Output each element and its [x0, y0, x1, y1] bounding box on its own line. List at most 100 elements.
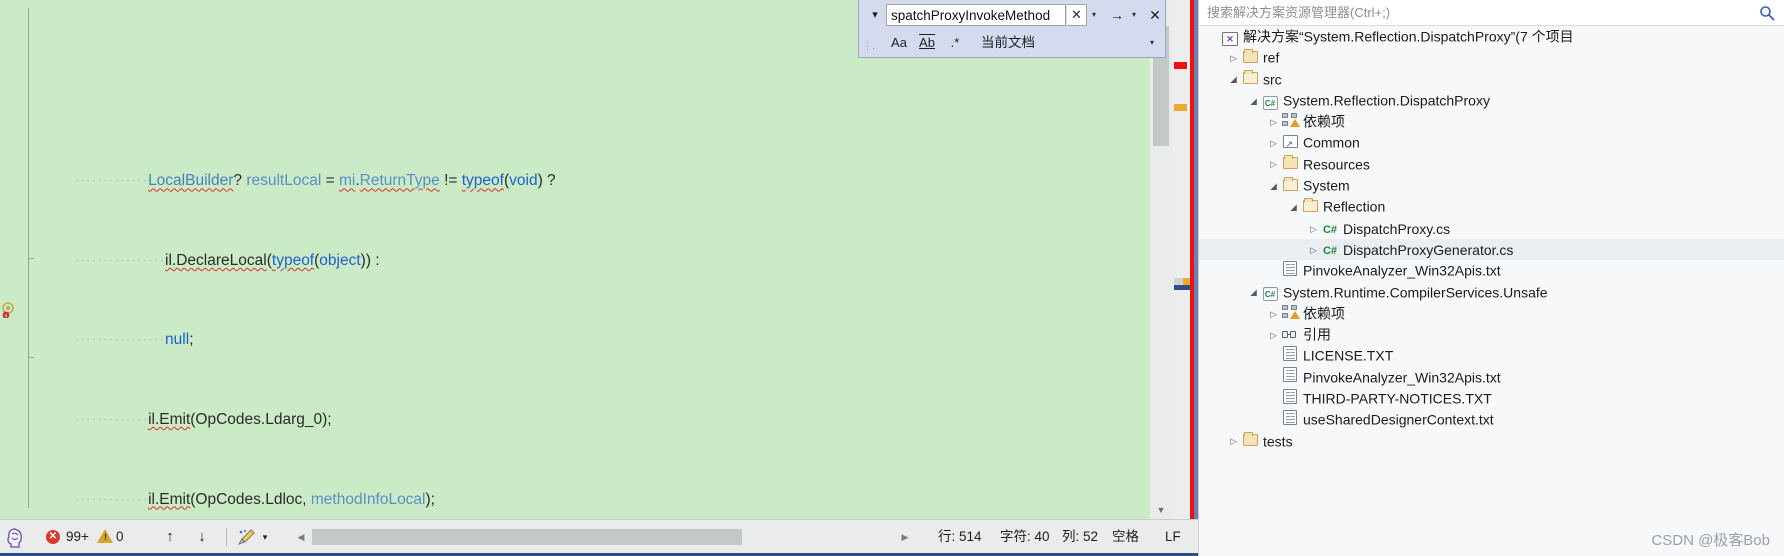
code-line[interactable]: ·············LocalBuilder? resultLocal =…	[18, 151, 1150, 189]
intellicode-icon[interactable]	[6, 528, 24, 548]
solution-icon: ✕	[1220, 27, 1240, 48]
error-count-icon[interactable]: ✕	[46, 530, 60, 544]
expander-expand-icon[interactable]: ▷	[1267, 154, 1280, 175]
chevron-down-icon[interactable]: ▾	[867, 6, 883, 24]
tree-item[interactable]: ▷ 引用	[1199, 324, 1784, 345]
tree-item[interactable]: THIRD-PARTY-NOTICES.TXT	[1199, 388, 1784, 409]
expander-expand-icon[interactable]: ▷	[1227, 431, 1240, 452]
scroll-down-arrow-icon[interactable]: ▼	[1150, 501, 1172, 519]
expander-collapse-icon[interactable]: ◢	[1247, 282, 1260, 303]
find-replace-widget[interactable]: ▾ spatchProxyInvokeMethod ✕ ▾ → ▾ ✕ ⋮․ A…	[858, 0, 1166, 58]
expander-collapse-icon[interactable]: ◢	[1247, 91, 1260, 112]
code-text-area[interactable]: ············// object result = invokeMet…	[18, 0, 1150, 519]
find-scope-label[interactable]: 当前文档	[981, 33, 1035, 53]
bookmark-glyph-icon[interactable]: x	[1, 302, 17, 318]
expander-expand-icon[interactable]: ▷	[1307, 219, 1320, 240]
tree-item[interactable]: ✕ 解决方案“System.Reflection.DispatchProxy”(7…	[1199, 26, 1784, 47]
solution-explorer-tree[interactable]: ✕ 解决方案“System.Reflection.DispatchProxy”(7…	[1199, 26, 1784, 556]
expander-expand-icon[interactable]: ▷	[1267, 304, 1280, 325]
use-regex-toggle[interactable]: .*	[943, 33, 967, 53]
folder-icon	[1240, 48, 1260, 69]
code-line[interactable]: ·············il.Emit(OpCodes.Ldarg_0);	[18, 390, 1150, 428]
error-count-label[interactable]: 99+	[66, 526, 89, 548]
tree-item[interactable]: ◢ C# System.Reflection.DispatchProxy	[1199, 90, 1784, 111]
tree-item[interactable]: ▷ tests	[1199, 431, 1784, 452]
find-next-dropdown-icon[interactable]: ▾	[1127, 4, 1141, 26]
expander-expand-icon[interactable]: ▷	[1227, 48, 1240, 69]
clear-search-icon[interactable]: ✕	[1067, 4, 1087, 26]
indentation-label[interactable]: 空格	[1112, 526, 1139, 548]
error-marker[interactable]	[1174, 62, 1187, 69]
tree-item[interactable]: ◢ Reflection	[1199, 196, 1784, 217]
code-line[interactable]: ················il.DeclareLocal(typeof(o…	[18, 231, 1150, 269]
solution-explorer-panel[interactable]: 搜索解决方案资源管理器(Ctrl+;) ✕ 解决方案“System.Reflect…	[1198, 0, 1784, 556]
scroll-left-arrow-icon[interactable]: ◀	[292, 526, 310, 548]
tree-item[interactable]: PinvokeAnalyzer_Win32Apis.txt	[1199, 367, 1784, 388]
watermark-label: CSDN @极客Bob	[1651, 532, 1770, 549]
solution-explorer-search-row[interactable]: 搜索解决方案资源管理器(Ctrl+;)	[1199, 0, 1784, 26]
char-number-label[interactable]: 字符: 40	[1000, 526, 1050, 548]
editor-vertical-scrollbar[interactable]: ▲ ▼	[1150, 0, 1172, 519]
match-whole-word-toggle[interactable]: Ab	[915, 33, 939, 53]
tree-item[interactable]: ◢ System	[1199, 175, 1784, 196]
tree-item[interactable]: LICENSE.TXT	[1199, 345, 1784, 366]
tree-item-label: Reflection	[1323, 199, 1386, 216]
tree-item[interactable]: useSharedDesignerContext.txt	[1199, 409, 1784, 430]
expander-expand-icon[interactable]: ▷	[1307, 240, 1320, 261]
expander-collapse-icon[interactable]: ◢	[1287, 197, 1300, 218]
expander-expand-icon[interactable]: ▷	[1267, 325, 1280, 346]
find-input[interactable]: spatchProxyInvokeMethod	[886, 4, 1066, 26]
references-icon	[1280, 325, 1300, 346]
line-ending-label[interactable]: LF	[1165, 526, 1181, 548]
tree-item[interactable]: ▷ Common	[1199, 132, 1784, 155]
tree-item[interactable]: ▷ 依赖项	[1199, 111, 1784, 132]
tree-item[interactable]: ▷ C# DispatchProxyGenerator.cs	[1199, 238, 1784, 261]
previous-issue-icon[interactable]: ↑	[158, 526, 182, 548]
expander-expand-icon[interactable]: ▷	[1267, 112, 1280, 133]
code-cleanup-dropdown-icon[interactable]: ▾	[258, 526, 272, 548]
tree-item[interactable]: PinvokeAnalyzer_Win32Apis.txt	[1199, 260, 1784, 281]
drag-grip-icon[interactable]: ⋮․	[863, 42, 875, 52]
tree-item[interactable]: ◢ src	[1199, 69, 1784, 90]
folder-icon	[1240, 431, 1260, 452]
text-file-icon	[1280, 388, 1300, 410]
close-find-icon[interactable]: ✕	[1145, 4, 1165, 26]
find-history-dropdown-icon[interactable]: ▾	[1087, 4, 1101, 26]
editor-horizontal-scrollbar[interactable]: ◀ ▶	[292, 526, 914, 548]
warning-count-label[interactable]: 0	[116, 526, 124, 548]
code-text: =	[321, 172, 339, 190]
tree-item[interactable]: ▷ C# DispatchProxy.cs	[1199, 218, 1784, 239]
text-file-icon	[1280, 367, 1300, 388]
match-case-toggle[interactable]: Aa	[887, 33, 911, 53]
scroll-right-arrow-icon[interactable]: ▶	[896, 526, 914, 548]
tree-item-label: PinvokeAnalyzer_Win32Apis.txt	[1303, 262, 1501, 279]
expander-expand-icon[interactable]: ▷	[1267, 133, 1280, 154]
warning-marker[interactable]	[1174, 104, 1187, 111]
tree-item[interactable]: ▷ Resources	[1199, 154, 1784, 175]
csharp-file-icon: C#	[1322, 244, 1338, 257]
editor-glyph-margin[interactable]: x	[0, 0, 18, 519]
code-text: ) ?	[537, 172, 556, 190]
text-file-icon	[1280, 260, 1300, 282]
column-number-label[interactable]: 列: 52	[1062, 526, 1098, 548]
find-scope-dropdown-icon[interactable]: ▾	[1145, 33, 1159, 53]
code-line[interactable]: ·············il.Emit(OpCodes.Ldloc, meth…	[18, 470, 1150, 508]
hscrollbar-thumb[interactable]	[312, 529, 742, 545]
code-cleanup-broom-icon[interactable]	[238, 529, 256, 546]
code-text: ?	[233, 172, 247, 190]
code-editor[interactable]: x ············// object result = invokeM…	[0, 0, 1172, 519]
search-icon[interactable]	[1759, 4, 1775, 22]
tree-item[interactable]: ▷ ref	[1199, 47, 1784, 68]
code-line[interactable]: ················null;	[18, 311, 1150, 348]
next-issue-icon[interactable]: ↓	[190, 526, 214, 548]
line-number-label[interactable]: 行: 514	[938, 526, 982, 548]
tree-item[interactable]: ◢ C# System.Runtime.CompilerServices.Unsaf…	[1199, 282, 1784, 303]
code-identifier: mi	[338, 172, 356, 190]
expander-collapse-icon[interactable]: ◢	[1267, 176, 1280, 197]
tree-item[interactable]: ▷ 依赖项	[1199, 303, 1784, 324]
code-line[interactable]: ············// object result = invokeMet…	[18, 80, 1150, 92]
solution-explorer-search-input[interactable]: 搜索解决方案资源管理器(Ctrl+;)	[1207, 4, 1727, 22]
find-next-icon[interactable]: →	[1107, 4, 1127, 26]
tree-item-label: 依赖项	[1303, 305, 1345, 322]
expander-collapse-icon[interactable]: ◢	[1227, 69, 1240, 90]
